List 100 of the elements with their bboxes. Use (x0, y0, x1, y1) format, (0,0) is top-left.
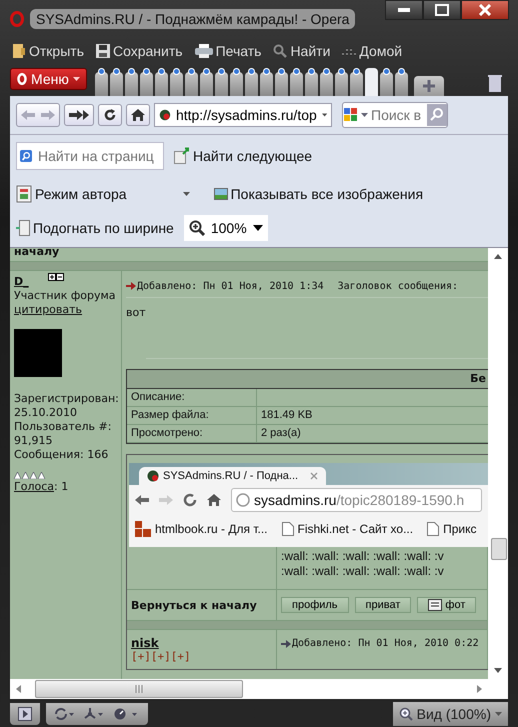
post-date: Добавлено: Пн 01 Ноя, 2010 1:34 (137, 280, 324, 292)
toolbar-button[interactable]: Сохранить (96, 43, 183, 59)
minimize-button[interactable] (385, 0, 423, 20)
dashes-icon (342, 47, 356, 55)
up-arrow-icon[interactable] (494, 254, 502, 259)
minimize-icon (398, 8, 410, 12)
profile-action-button[interactable]: приват (354, 597, 412, 613)
floppy-icon (96, 44, 110, 58)
tab-title: SYSAdmins.RU / - Подна... (163, 470, 298, 482)
profile-info: Зарегистрирован: (14, 392, 117, 405)
page-icon (16, 220, 30, 236)
scrollbar-thumb[interactable] (35, 680, 243, 698)
attachment-label: Описание: (127, 389, 257, 406)
profile-info: 25.10.2010 (14, 406, 78, 419)
search-bar[interactable]: Поиск в (342, 102, 448, 128)
reload-icon (103, 108, 117, 122)
smiley-code-text: :wall: :wall: :wall: :wall: :wall: :v (281, 564, 445, 579)
maximize-icon (435, 4, 449, 16)
fast-forward-icon (69, 108, 89, 121)
show-images-button[interactable]: Показывать все изображения (214, 186, 424, 202)
plus-minus-icon[interactable] (48, 273, 64, 281)
panel-toggle-icon[interactable] (18, 707, 32, 721)
printer-icon (194, 44, 213, 58)
menu-button[interactable]: Меню (10, 68, 87, 90)
site-icon (147, 470, 159, 482)
down-arrow-icon[interactable] (494, 668, 502, 674)
post-text: вот (126, 306, 146, 319)
fan-icon[interactable] (84, 708, 104, 720)
home-button[interactable] (126, 104, 150, 126)
caret-icon (72, 77, 80, 81)
close-button[interactable] (461, 0, 509, 20)
back-icon (135, 494, 149, 506)
page-icon (16, 184, 32, 203)
caret-icon (322, 112, 327, 117)
speedometer-icon[interactable] (114, 708, 140, 720)
toolbar-button[interactable]: Домой (342, 43, 402, 59)
author-name[interactable]: D_ (14, 275, 29, 288)
quote-link[interactable]: цитировать (14, 303, 82, 316)
find-field[interactable]: Найти на страниц (16, 142, 164, 170)
votes-link[interactable]: Голоса (14, 480, 54, 493)
close-icon (310, 472, 318, 480)
attachment-value: 181.49 KB (260, 408, 314, 423)
page-arrow-icon (174, 147, 190, 166)
search-engine-icon[interactable] (343, 106, 369, 123)
plus-icon (422, 80, 435, 92)
sync-icon[interactable] (54, 708, 74, 720)
bookmark-label: Прикс (443, 522, 476, 536)
opera-logo-icon (10, 11, 24, 27)
attachment-header: Бе (470, 372, 486, 385)
forward-icon (159, 494, 173, 506)
reload-button[interactable] (98, 104, 122, 126)
toolbar-button[interactable]: Найти (273, 43, 330, 59)
scrollbar-thumb[interactable] (491, 538, 507, 560)
zoom-in-icon (188, 220, 205, 236)
left-arrow-icon[interactable] (16, 685, 21, 694)
zoom-in-icon (398, 707, 413, 721)
profile-info: 91,915 (14, 434, 54, 447)
opera-logo-icon (17, 73, 27, 85)
fast-forward-button[interactable] (64, 104, 94, 126)
horizontal-scrollbar[interactable] (10, 679, 508, 699)
blocks-icon (135, 521, 151, 537)
back-to-top-link[interactable]: Вернуться к началу (131, 598, 257, 612)
home-icon (207, 494, 221, 506)
profile-info: Сообщения: 166 (14, 448, 110, 461)
votes-count: : 1 (54, 480, 68, 493)
back-to-top-text: началу (14, 248, 60, 258)
vertical-scrollbar[interactable] (488, 248, 508, 680)
right-arrow-icon[interactable] (477, 685, 482, 694)
address-field[interactable]: http://sysadmins.ru/top (154, 102, 332, 127)
trash-icon[interactable] (488, 74, 502, 92)
profile-action-button[interactable]: профиль (281, 597, 349, 613)
maximize-button[interactable] (423, 0, 461, 20)
screenshot-url: sysadmins.ru/topic280189-1590.h (254, 492, 464, 508)
new-tab-button[interactable] (414, 76, 444, 96)
arrow-icon (281, 640, 291, 648)
image-file-icon (428, 599, 442, 611)
bookmark-label: Fishki.net - Сайт хо... (298, 522, 414, 536)
author-mode-dropdown[interactable]: Режим автора (16, 184, 190, 203)
bookmark-label: htmlbook.ru - Для т... (155, 522, 268, 536)
avatar-placeholder (14, 329, 62, 377)
caret-icon (252, 225, 263, 232)
window-title: SYSAdmins.RU / - Поднажмём камрады! - Opera (30, 9, 356, 29)
view-zoom-button[interactable]: Вид (100%) (392, 702, 508, 726)
attachment-label: Просмотрено: (127, 425, 257, 442)
folder-icon (12, 43, 26, 59)
profile-info: Пользователь #: (14, 420, 112, 433)
browser-tab[interactable] (364, 68, 378, 96)
find-next-button[interactable]: Найти следующее (174, 147, 312, 166)
grip-icon (135, 685, 143, 694)
fit-width-button[interactable]: Подогнать по ширине (16, 220, 174, 236)
toolbar-button[interactable]: Открыть (12, 43, 84, 59)
close-icon (478, 4, 492, 16)
caret-icon (495, 712, 502, 716)
profile-action-button[interactable]: фот (417, 597, 476, 613)
zoom-dropdown[interactable]: 100% (184, 215, 268, 242)
arrow-icon (126, 282, 136, 290)
rating-marks[interactable]: [+][+][+] (131, 650, 191, 663)
author-name[interactable]: nisk (131, 636, 159, 650)
author-rank: Участник форума (14, 289, 117, 302)
toolbar-button[interactable]: Печать (194, 43, 262, 59)
